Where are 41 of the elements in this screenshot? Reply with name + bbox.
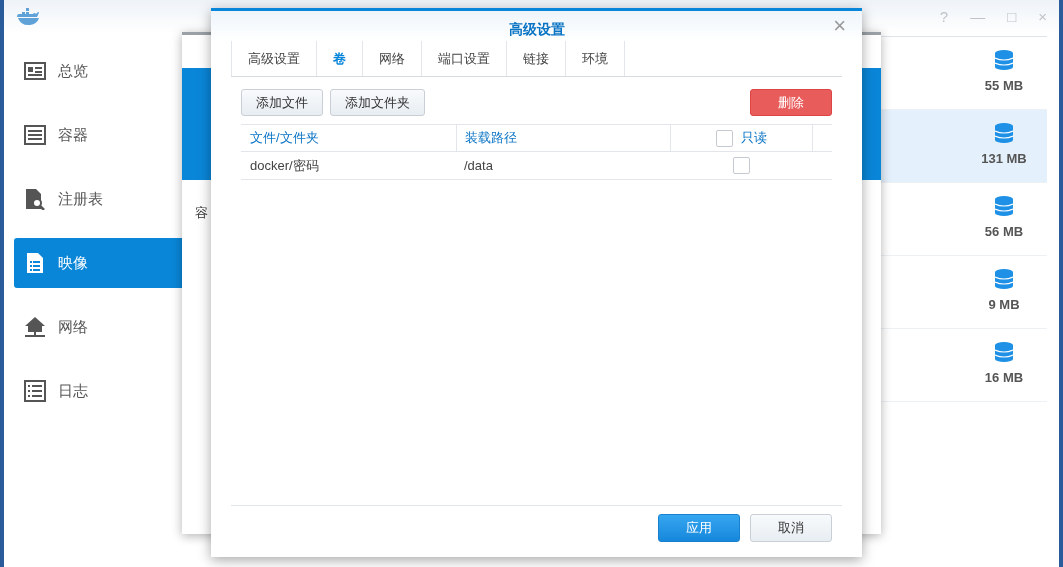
table-cell-text: docker/密码 xyxy=(249,156,320,175)
add-folder-button[interactable]: 添加文件夹 xyxy=(330,89,425,116)
house-network-icon xyxy=(24,316,46,338)
image-size: 56 MB xyxy=(984,223,1024,242)
whale-logo-icon xyxy=(16,8,40,26)
table-cell-text: /data xyxy=(463,156,494,175)
checkbox[interactable] xyxy=(733,157,750,174)
tab[interactable]: 高级设置 xyxy=(231,41,316,76)
column-header: 装载路径 xyxy=(456,125,670,151)
document-list-icon xyxy=(24,252,46,274)
database-icon xyxy=(995,50,1013,71)
sidebar-item[interactable]: 注册表 xyxy=(14,174,182,224)
image-size: 16 MB xyxy=(984,369,1024,388)
database-icon xyxy=(995,196,1013,217)
sidebar-item[interactable]: 总览 xyxy=(14,46,182,96)
tab[interactable]: 端口设置 xyxy=(421,41,506,76)
sidebar-item[interactable]: 容器 xyxy=(14,110,182,160)
cancel-button[interactable]: 取消 xyxy=(750,514,832,542)
database-icon xyxy=(995,342,1013,363)
tab[interactable]: 环境 xyxy=(565,41,625,76)
list-box-icon xyxy=(24,125,46,145)
column-header: 文件/文件夹 xyxy=(249,129,320,148)
image-size: 55 MB xyxy=(984,77,1024,96)
image-size: 9 MB xyxy=(988,296,1020,315)
tab[interactable]: 网络 xyxy=(362,41,421,76)
database-icon xyxy=(995,269,1013,290)
dialog-title: 高级设置 xyxy=(508,19,565,39)
add-file-button[interactable]: 添加文件 xyxy=(241,89,323,116)
tab[interactable]: 链接 xyxy=(506,41,565,76)
column-header: 只读 xyxy=(741,129,767,148)
document-search-icon xyxy=(24,188,46,210)
tab[interactable]: 卷 xyxy=(316,41,362,76)
image-size: 131 MB xyxy=(981,150,1027,169)
list-icon xyxy=(24,380,46,402)
sidebar-item[interactable]: 网络 xyxy=(14,302,182,352)
sidebar-item[interactable]: 日志 xyxy=(14,366,182,416)
checkbox[interactable] xyxy=(716,129,733,147)
form-label: 容 xyxy=(195,204,208,222)
database-icon xyxy=(995,123,1013,144)
sidebar-item[interactable]: 映像 xyxy=(14,238,182,288)
id-card-icon xyxy=(24,61,46,81)
